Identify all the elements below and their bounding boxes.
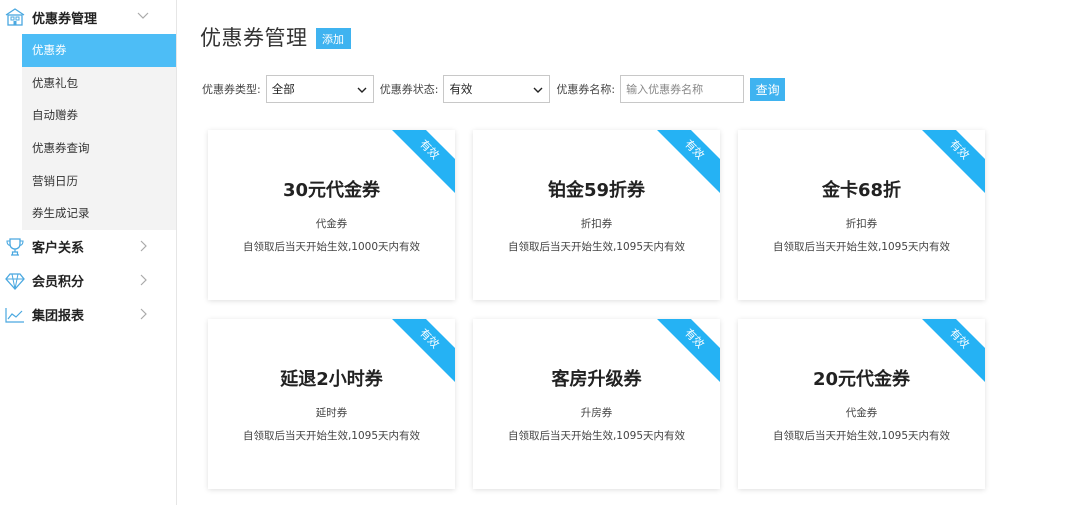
page-title: 优惠券管理 (200, 26, 308, 50)
type-filter-label: 优惠券类型: (202, 83, 261, 96)
coupon-name: 20元代金券 (812, 369, 911, 390)
menu-group-member-points[interactable]: 会员积分 (0, 264, 176, 298)
chevron-right-icon (140, 240, 147, 251)
line-chart-icon (5, 307, 24, 323)
submenu-item-gift-package[interactable]: 优惠礼包 (22, 67, 176, 100)
coupon-name: 30元代金券 (282, 180, 381, 201)
submenu-item-coupon[interactable]: 优惠券 (22, 34, 176, 67)
coupon-card[interactable]: 有效 30元代金券 代金券 自领取后当天开始生效,1000天内有效 (208, 130, 455, 300)
building-icon (5, 8, 25, 26)
chevron-down-icon (533, 87, 543, 93)
type-select-value: 全部 (271, 82, 295, 96)
chevron-down-icon (137, 12, 149, 19)
submenu-item-label: 自动赠券 (32, 108, 78, 123)
coupon-name: 铂金59折券 (547, 180, 646, 201)
chevron-down-icon (357, 87, 367, 93)
menu-group-label: 优惠券管理 (32, 11, 98, 27)
status-filter-label: 优惠券状态: (379, 83, 439, 96)
sidebar: 优惠券管理 优惠券 优惠礼包 自动赠券 优惠券查询 营销日历 券生成记录 客户关 (0, 0, 177, 505)
menu-group-coupon-management[interactable]: 优惠券管理 (0, 0, 176, 34)
chevron-right-icon (140, 274, 147, 285)
coupon-type: 折扣券 (845, 218, 878, 230)
coupon-validity: 自领取后当天开始生效,1095天内有效 (507, 430, 686, 442)
query-button[interactable]: 查询 (750, 77, 786, 101)
coupon-name-input[interactable] (620, 75, 745, 103)
coupon-validity: 自领取后当天开始生效,1095天内有效 (507, 241, 686, 253)
menu-group-customer-relations[interactable]: 客户关系 (0, 230, 176, 264)
diamond-icon (5, 272, 25, 290)
coupon-validity: 自领取后当天开始生效,1095天内有效 (242, 430, 421, 442)
submenu-item-coupon-query[interactable]: 优惠券查询 (22, 132, 176, 165)
coupon-type: 延时券 (315, 407, 348, 419)
chevron-right-icon (140, 308, 147, 319)
submenu-item-label: 优惠券 (32, 43, 67, 58)
coupon-card[interactable]: 有效 延退2小时券 延时券 自领取后当天开始生效,1095天内有效 (208, 319, 455, 489)
submenu-item-label: 券生成记录 (32, 206, 90, 221)
type-select[interactable]: 全部 (265, 75, 374, 103)
menu-group-label: 会员积分 (32, 275, 85, 291)
coupon-card[interactable]: 有效 20元代金券 代金券 自领取后当天开始生效,1095天内有效 (738, 319, 985, 489)
status-select[interactable]: 有效 (443, 75, 551, 103)
coupon-card[interactable]: 有效 金卡68折 折扣券 自领取后当天开始生效,1095天内有效 (738, 130, 985, 300)
coupon-name: 客房升级券 (551, 369, 642, 390)
main-content: 优惠券管理 添加 优惠券类型: 全部 优惠券状态: 有效 优惠券名称: 查询 有… (177, 0, 1080, 505)
coupon-type: 代金券 (845, 407, 878, 419)
coupon-type: 代金券 (315, 218, 348, 230)
submenu-item-generation-records[interactable]: 券生成记录 (22, 197, 176, 230)
add-button[interactable]: 添加 (315, 28, 351, 49)
menu-group-label: 客户关系 (32, 241, 85, 257)
menu-group-label: 集团报表 (32, 309, 85, 325)
coupon-name: 金卡68折 (821, 180, 902, 201)
submenu-item-label: 营销日历 (32, 173, 78, 188)
coupon-validity: 自领取后当天开始生效,1000天内有效 (242, 241, 421, 253)
coupon-card[interactable]: 有效 客房升级券 升房券 自领取后当天开始生效,1095天内有效 (473, 319, 720, 489)
coupon-type: 折扣券 (580, 218, 613, 230)
name-filter-label: 优惠券名称: (556, 83, 616, 96)
coupon-card[interactable]: 有效 铂金59折券 折扣券 自领取后当天开始生效,1095天内有效 (473, 130, 720, 300)
page-header: 优惠券管理 添加 (200, 22, 351, 52)
submenu-item-label: 优惠礼包 (32, 75, 78, 90)
submenu-item-label: 优惠券查询 (32, 141, 90, 156)
coupon-type: 升房券 (580, 407, 613, 419)
submenu-item-auto-gift[interactable]: 自动赠券 (22, 99, 176, 132)
coupon-name: 延退2小时券 (280, 369, 383, 390)
menu-group-group-reports[interactable]: 集团报表 (0, 298, 176, 332)
coupon-validity: 自领取后当天开始生效,1095天内有效 (772, 241, 951, 253)
coupon-validity: 自领取后当天开始生效,1095天内有效 (772, 430, 951, 442)
coupon-submenu: 优惠券 优惠礼包 自动赠券 优惠券查询 营销日历 券生成记录 (22, 34, 176, 230)
filter-bar: 优惠券类型: 全部 优惠券状态: 有效 优惠券名称: 查询 (202, 75, 786, 103)
status-select-value: 有效 (449, 82, 473, 96)
trophy-icon (6, 237, 24, 256)
submenu-item-marketing-calendar[interactable]: 营销日历 (22, 164, 176, 197)
